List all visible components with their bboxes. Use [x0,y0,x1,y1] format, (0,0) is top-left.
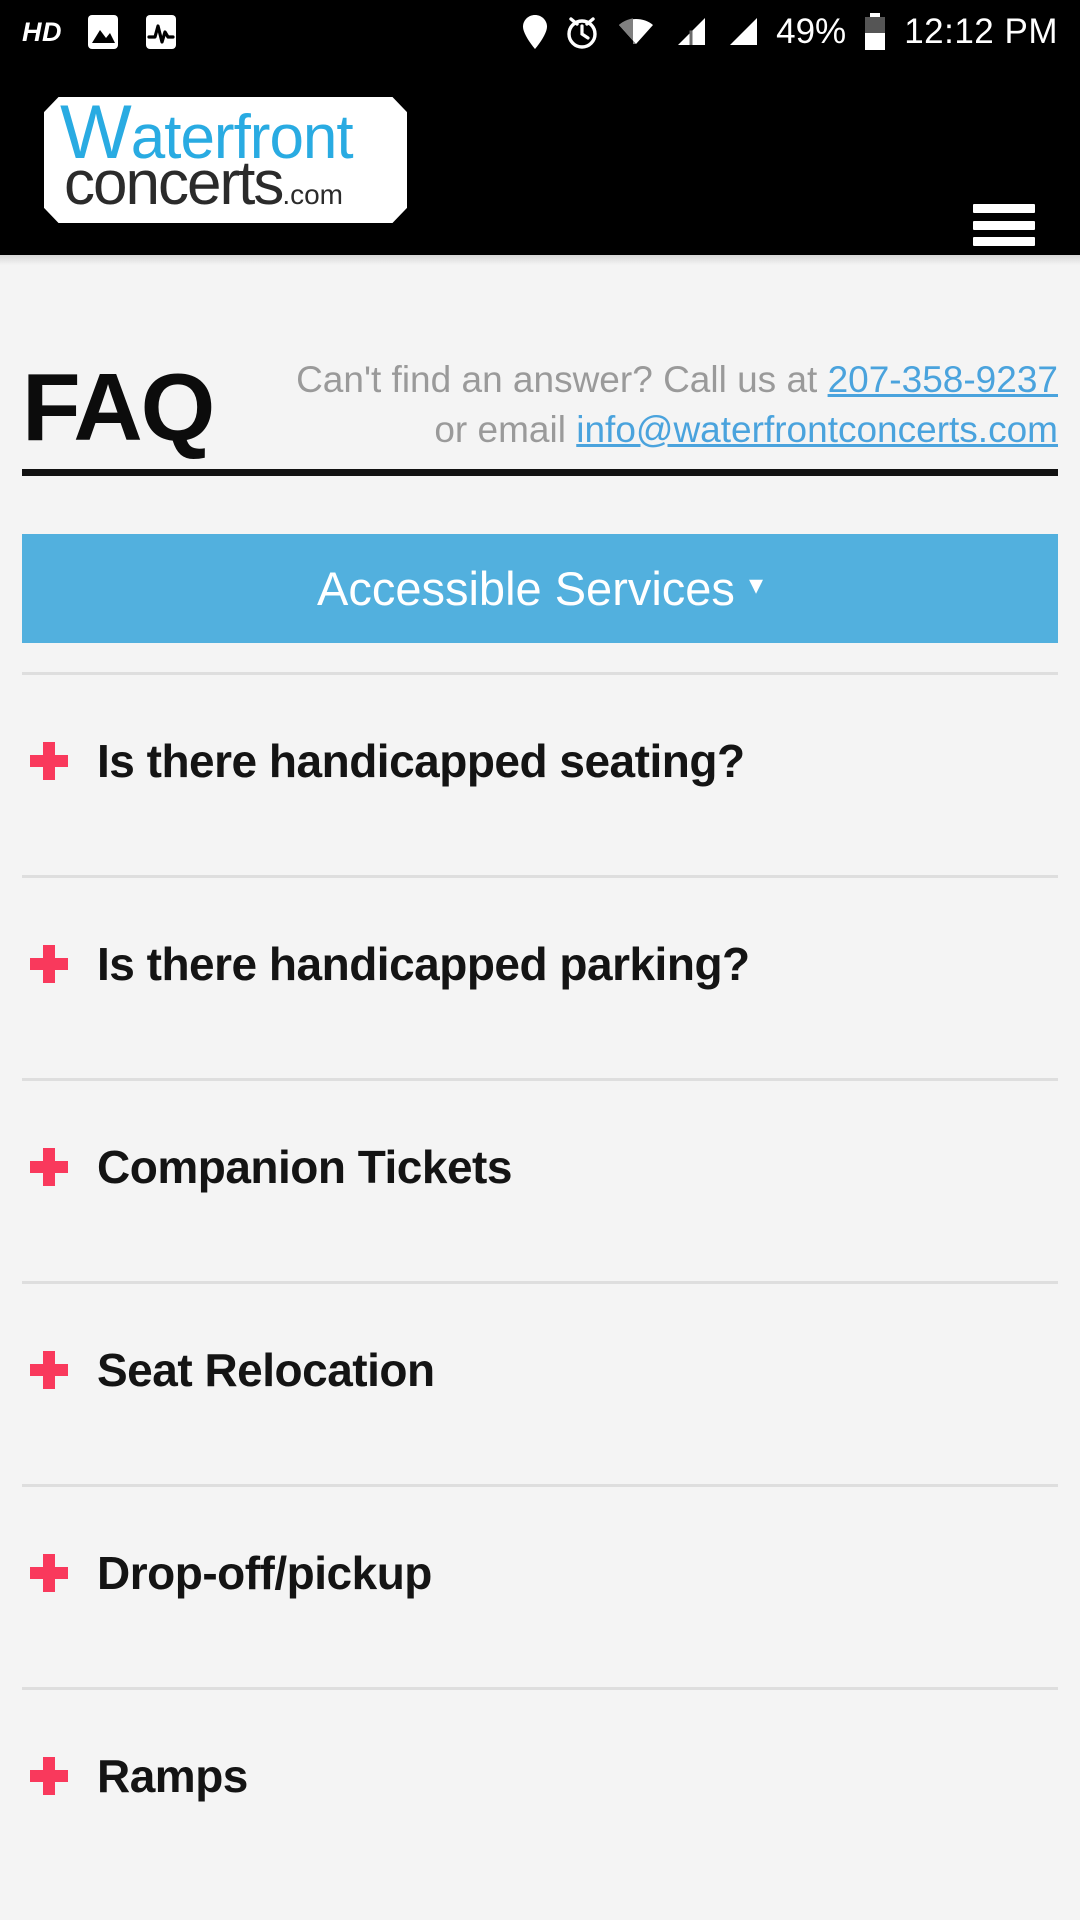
status-bar-right-icons: 49% 12:12 PM [522,12,1080,52]
logo-artwork: Waterfront concerts.com [44,97,407,223]
android-status-bar: HD 49% 12:12 PM [0,0,1080,64]
hamburger-bar [973,237,1035,246]
faq-question-label: Is there handicapped seating? [97,734,745,787]
hamburger-bar [973,204,1035,213]
signal-bars-icon [672,13,708,51]
site-header: Waterfront concerts.com [0,64,1080,255]
logo-wordmark-bottom-text: concerts [64,149,284,218]
plus-icon[interactable] [30,1147,68,1186]
hamburger-bar [973,220,1035,230]
email-link[interactable]: info@waterfrontconcerts.com [576,409,1058,450]
faq-item[interactable]: Ramps [22,1690,1058,1861]
faq-question-label: Seat Relocation [97,1343,435,1396]
phone-link[interactable]: 207-358-9237 [828,359,1058,400]
faq-category-label: Accessible Services [317,562,735,615]
page-title: FAQ [22,354,215,461]
faq-item[interactable]: Is there handicapped seating? [22,675,1058,846]
hd-badge-icon: HD [22,16,62,47]
faq-contact-prefix: Can't find an answer? Call us at [296,359,828,400]
site-logo[interactable]: Waterfront concerts.com [44,97,407,223]
signal-bars-icon [724,13,760,51]
faq-item[interactable]: Seat Relocation [22,1284,1058,1455]
page-content: FAQ Can't find an answer? Call us at 207… [0,255,1080,1861]
chevron-down-icon: ▾ [748,569,763,600]
logo-dotcom-text: .com [282,179,344,210]
faq-contact-middle: or email [434,409,577,450]
plus-icon[interactable] [30,1553,68,1592]
wifi-icon [616,13,656,51]
location-pin-icon [522,13,548,51]
faq-title-divider [22,469,1058,476]
faq-item[interactable]: Drop-off/pickup [22,1487,1058,1658]
faq-question-list: Is there handicapped seating? Is there h… [22,672,1058,1861]
faq-item[interactable]: Companion Tickets [22,1081,1058,1252]
battery-percent-label: 49% [776,12,847,51]
faq-question-label: Is there handicapped parking? [97,937,750,990]
faq-contact-text: Can't find an answer? Call us at 207-358… [213,355,1058,455]
faq-category-accessible-services[interactable]: Accessible Services ▾ [22,534,1058,643]
faq-item[interactable]: Is there handicapped parking? [22,878,1058,1049]
plus-icon[interactable] [30,1756,68,1795]
hamburger-menu-icon[interactable] [973,204,1035,246]
plus-icon[interactable] [30,944,68,983]
image-icon [86,13,120,51]
header-shadow [0,255,1080,265]
activity-icon [144,13,178,51]
alarm-clock-icon [564,13,600,51]
faq-header-row: FAQ Can't find an answer? Call us at 207… [22,265,1058,469]
status-bar-left-icons: HD [0,13,178,51]
clock-time-label: 12:12 PM [904,12,1058,51]
battery-icon [862,12,888,52]
logo-wordmark-bottom: concerts.com [64,153,343,223]
faq-question-label: Ramps [97,1749,248,1802]
plus-icon[interactable] [30,1350,68,1389]
plus-icon[interactable] [30,741,68,780]
faq-question-label: Drop-off/pickup [97,1546,432,1599]
faq-question-label: Companion Tickets [97,1140,512,1193]
